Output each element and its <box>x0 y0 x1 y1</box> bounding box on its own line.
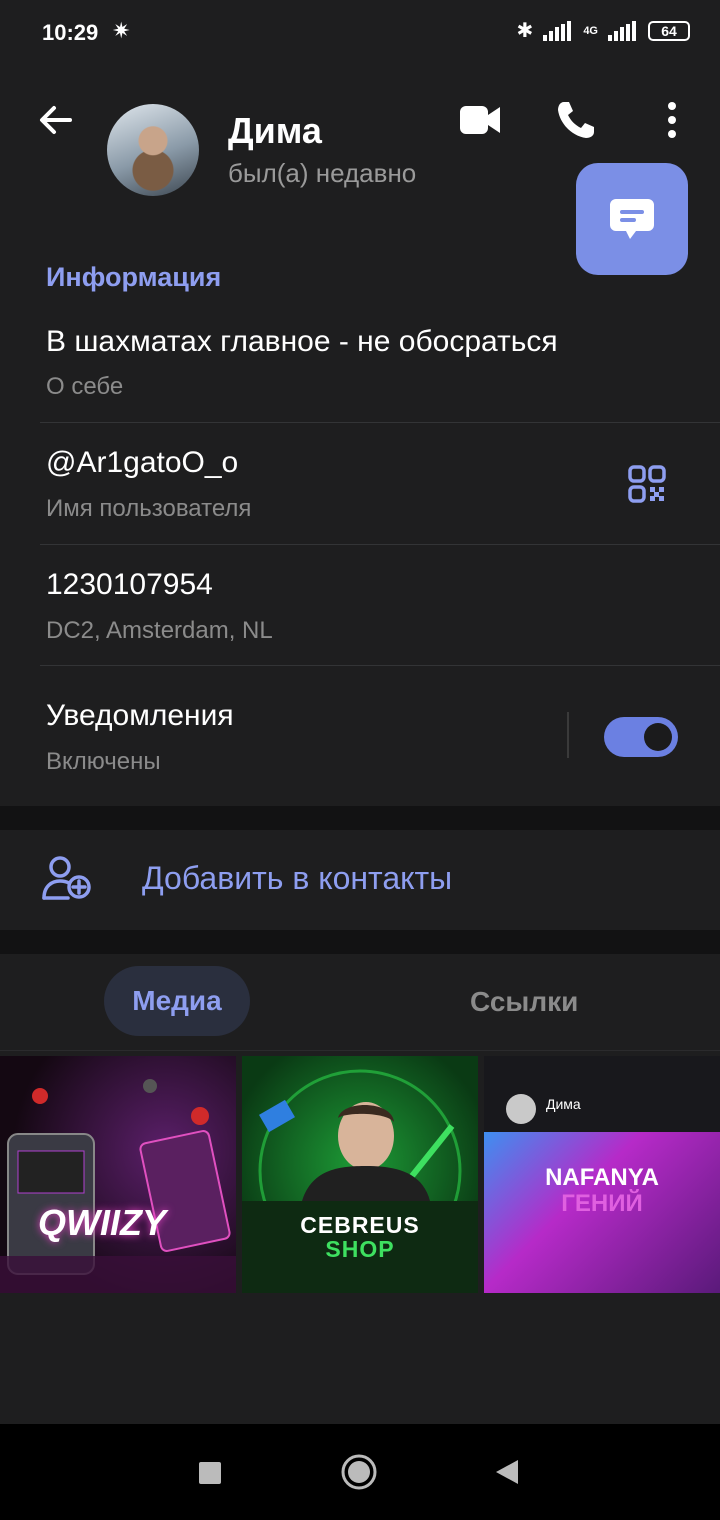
section-gap <box>0 806 720 830</box>
toggle-knob <box>644 723 672 751</box>
username-text[interactable]: @Ar1gatoO_o <box>46 446 238 480</box>
avatar[interactable] <box>107 104 199 196</box>
media-caption-3b: ГЕНИЙ <box>561 1190 643 1217</box>
phone-call-icon[interactable] <box>554 98 598 142</box>
media-caption-2a: CEBREUS <box>300 1212 420 1238</box>
home-icon[interactable] <box>340 1453 378 1491</box>
tab-links[interactable]: Ссылки <box>470 986 578 1018</box>
system-nav-bar <box>0 1424 720 1520</box>
media-caption-2b: SHOP <box>325 1236 395 1262</box>
screenshot-chat-name: Дима <box>546 1096 581 1112</box>
media-thumbnail-3[interactable]: Дима NAFANYA ГЕНИЙ <box>484 1056 720 1293</box>
video-call-icon[interactable] <box>458 98 502 142</box>
screenshot-avatar <box>506 1094 536 1124</box>
datacenter-label: DC2, Amsterdam, NL <box>46 617 273 644</box>
tab-media[interactable]: Медиа <box>104 966 250 1036</box>
network-type-label: 4G <box>583 24 598 37</box>
slot-machine-image <box>0 1079 236 1293</box>
last-seen-status: был(а) недавно <box>228 158 417 188</box>
battery-indicator: 64 <box>648 20 690 41</box>
bio-text[interactable]: В шахматах главное - не обосраться <box>46 325 558 359</box>
divider <box>40 422 720 423</box>
brightness-icon: ✷ <box>112 18 131 43</box>
vertical-separator <box>567 712 569 758</box>
username-label: Имя пользователя <box>46 495 252 522</box>
media-thumbnail-1[interactable]: QWIIZY <box>0 1056 236 1293</box>
status-icons: ✱ 4G 64 <box>517 18 690 43</box>
add-contact-label[interactable]: Добавить в контакты <box>142 860 452 897</box>
divider <box>40 544 720 545</box>
back-nav-icon[interactable] <box>494 1458 520 1486</box>
bluetooth-icon: ✱ <box>516 20 534 42</box>
message-button[interactable] <box>576 163 688 275</box>
signal-icon-2 <box>608 20 636 41</box>
status-bar: 10:29 ✷ ✱ 4G 64 <box>0 0 720 70</box>
add-user-icon <box>42 856 91 900</box>
user-id-text[interactable]: 1230107954 <box>46 568 213 602</box>
signal-icon <box>543 20 572 41</box>
more-options-icon[interactable] <box>660 100 684 140</box>
back-arrow-icon[interactable] <box>36 100 76 140</box>
media-thumbnail-2[interactable]: CEBREUS SHOP <box>242 1056 478 1293</box>
notifications-title[interactable]: Уведомления <box>46 699 234 733</box>
recent-apps-icon[interactable] <box>199 1462 221 1484</box>
section-title-info: Информация <box>46 262 222 292</box>
contact-name: Дима <box>228 110 322 151</box>
divider <box>40 665 720 666</box>
media-caption-1: QWIIZY <box>38 1202 166 1243</box>
notifications-status: Включены <box>46 748 161 775</box>
chat-bubble-icon <box>610 199 654 239</box>
status-time: 10:29 <box>42 20 99 45</box>
bio-label: О себе <box>46 373 124 400</box>
qr-code-icon[interactable] <box>628 465 666 503</box>
section-gap <box>0 930 720 954</box>
media-caption-3a: NAFANYA <box>545 1164 659 1191</box>
